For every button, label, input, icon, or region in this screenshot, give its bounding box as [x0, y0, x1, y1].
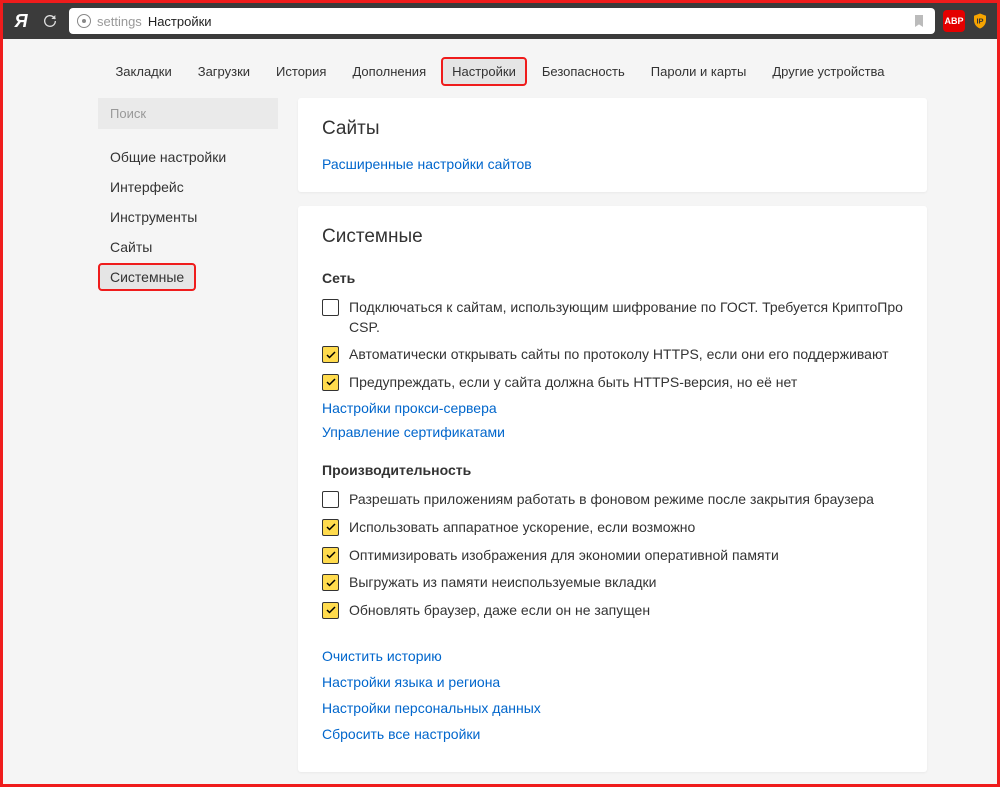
system-card-title: Системные	[322, 226, 903, 248]
system-card: Системные Сеть Подключаться к сайтам, ис…	[298, 206, 927, 772]
checkbox-icon[interactable]	[322, 519, 339, 536]
checkbox-icon[interactable]	[322, 574, 339, 591]
language-region-link[interactable]: Настройки языка и региона	[322, 674, 903, 690]
sidebar-item-interface[interactable]: Интерфейс	[98, 173, 278, 201]
checkbox-label: Использовать аппаратное ускорение, если …	[349, 518, 695, 538]
advanced-sites-link[interactable]: Расширенные настройки сайтов	[322, 156, 903, 172]
sidebar: Поиск Общие настройки Интерфейс Инструме…	[98, 98, 278, 784]
checkbox-icon[interactable]	[322, 346, 339, 363]
tab-passwords[interactable]: Пароли и карты	[640, 57, 758, 86]
sites-card: Сайты Расширенные настройки сайтов	[298, 98, 927, 192]
yandex-logo[interactable]: Я	[11, 11, 31, 32]
address-text: Настройки	[148, 14, 212, 29]
checkbox-icon[interactable]	[322, 491, 339, 508]
bookmark-button[interactable]	[911, 13, 927, 29]
sidebar-item-general[interactable]: Общие настройки	[98, 143, 278, 171]
tab-addons[interactable]: Дополнения	[341, 57, 437, 86]
personal-data-link[interactable]: Настройки персональных данных	[322, 700, 903, 716]
reload-icon	[42, 13, 58, 29]
address-bar[interactable]: settings Настройки	[69, 8, 935, 34]
reload-button[interactable]	[39, 10, 61, 32]
svg-text:IP: IP	[976, 16, 983, 25]
tab-downloads[interactable]: Загрузки	[187, 57, 261, 86]
checkbox-icon[interactable]	[322, 374, 339, 391]
address-prefix: settings	[97, 14, 142, 29]
checkbox-update[interactable]: Обновлять браузер, даже если он не запущ…	[322, 601, 903, 621]
clear-history-link[interactable]: Очистить историю	[322, 648, 903, 664]
checkbox-unload-tabs[interactable]: Выгружать из памяти неиспользуемые вклад…	[322, 573, 903, 593]
tab-bookmarks[interactable]: Закладки	[104, 57, 182, 86]
network-heading: Сеть	[322, 270, 903, 286]
checkbox-icon[interactable]	[322, 602, 339, 619]
sidebar-item-tools[interactable]: Инструменты	[98, 203, 278, 231]
checkbox-label: Выгружать из памяти неиспользуемые вклад…	[349, 573, 656, 593]
window-frame: Я settings Настройки ABP IP Закладки Заг…	[0, 0, 1000, 787]
tab-devices[interactable]: Другие устройства	[761, 57, 895, 86]
abp-extension-icon[interactable]: ABP	[943, 10, 965, 32]
checkbox-label: Обновлять браузер, даже если он не запущ…	[349, 601, 650, 621]
checkbox-label: Оптимизировать изображения для экономии …	[349, 546, 779, 566]
sidebar-item-sites[interactable]: Сайты	[98, 233, 278, 261]
checkbox-images[interactable]: Оптимизировать изображения для экономии …	[322, 546, 903, 566]
sidebar-item-system[interactable]: Системные	[98, 263, 196, 291]
checkbox-label: Предупреждать, если у сайта должна быть …	[349, 373, 797, 393]
performance-heading: Производительность	[322, 462, 903, 478]
browser-toolbar: Я settings Настройки ABP IP	[3, 3, 997, 39]
main-layout: Поиск Общие настройки Интерфейс Инструме…	[3, 98, 997, 784]
checkbox-label: Разрешать приложениям работать в фоновом…	[349, 490, 874, 510]
checkbox-https-auto[interactable]: Автоматически открывать сайты по протоко…	[322, 345, 903, 365]
extension-icons: ABP IP	[943, 10, 989, 32]
bookmark-icon	[911, 13, 927, 29]
sidebar-search[interactable]: Поиск	[98, 98, 278, 129]
checkbox-label: Подключаться к сайтам, использующим шифр…	[349, 298, 903, 337]
bottom-links: Очистить историю Настройки языка и регио…	[322, 648, 903, 742]
tab-settings[interactable]: Настройки	[441, 57, 527, 86]
settings-page: Закладки Загрузки История Дополнения Нас…	[3, 39, 997, 784]
checkbox-https-warn[interactable]: Предупреждать, если у сайта должна быть …	[322, 373, 903, 393]
sites-card-title: Сайты	[322, 118, 903, 140]
top-tabs: Закладки Загрузки История Дополнения Нас…	[3, 39, 997, 98]
checkbox-background[interactable]: Разрешать приложениям работать в фоновом…	[322, 490, 903, 510]
site-icon	[77, 14, 91, 28]
checkbox-label: Автоматически открывать сайты по протоко…	[349, 345, 889, 365]
tab-history[interactable]: История	[265, 57, 337, 86]
checkbox-icon[interactable]	[322, 547, 339, 564]
shield-extension-icon[interactable]: IP	[971, 11, 989, 31]
certificates-link[interactable]: Управление сертификатами	[322, 424, 903, 440]
content-area: Сайты Расширенные настройки сайтов Систе…	[298, 98, 927, 784]
proxy-settings-link[interactable]: Настройки прокси-сервера	[322, 400, 903, 416]
checkbox-icon[interactable]	[322, 299, 339, 316]
checkbox-hardware[interactable]: Использовать аппаратное ускорение, если …	[322, 518, 903, 538]
checkbox-gost[interactable]: Подключаться к сайтам, использующим шифр…	[322, 298, 903, 337]
reset-settings-link[interactable]: Сбросить все настройки	[322, 726, 903, 742]
tab-security[interactable]: Безопасность	[531, 57, 636, 86]
